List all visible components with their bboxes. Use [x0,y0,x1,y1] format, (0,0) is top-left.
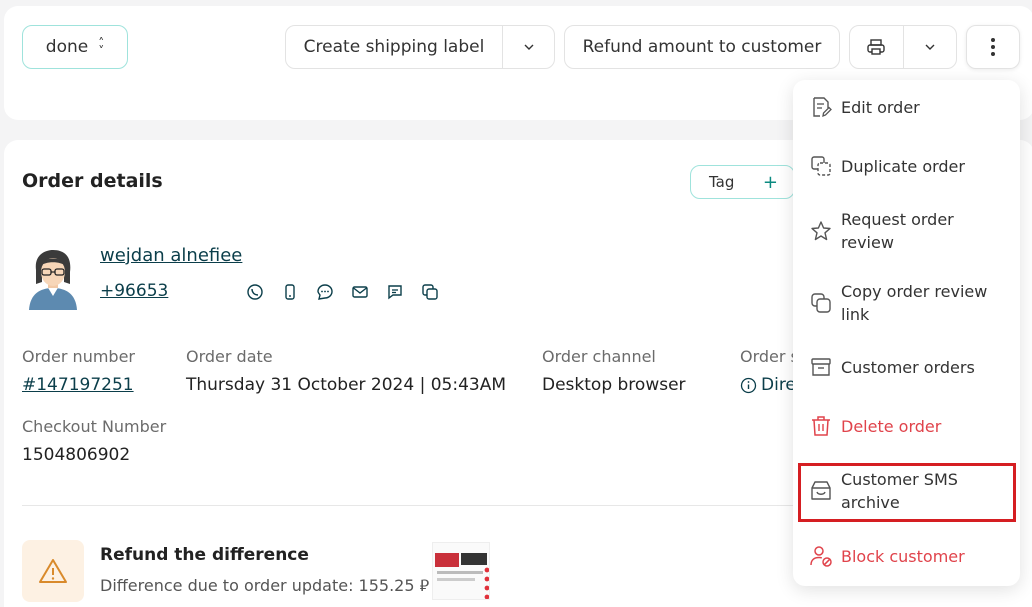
product-thumbnail[interactable] [432,542,490,600]
order-source-label: Order s [740,347,799,366]
checkout-number-value: 1504806902 [22,445,131,465]
menu-item-request-review[interactable]: Request order review [793,208,1020,254]
chevron-down-icon [524,44,533,50]
order-number-link[interactable]: #147197251 [22,375,134,395]
copy-icon[interactable] [421,283,439,301]
shipping-label-split-button: Create shipping label [285,25,555,69]
plus-icon: + [762,171,778,193]
kebab-menu-icon [991,38,995,56]
refund-difference-description: Difference due to order update: 155.25 ⃁ [100,576,430,595]
chat-icon[interactable] [316,283,334,301]
contact-actions [246,283,439,301]
copy-icon [811,293,831,313]
menu-item-label: Copy order review link [841,282,988,324]
menu-item-block-customer[interactable]: Block customer [793,544,1020,568]
avatar [29,250,77,310]
menu-item-label: Edit order [841,97,920,117]
status-dropdown[interactable]: done ˄ ˅ [22,25,128,69]
menu-item-duplicate-order[interactable]: Duplicate order [793,154,1020,178]
warning-icon [39,559,67,583]
more-actions-button[interactable] [966,25,1020,69]
tag-label: Tag [709,173,735,191]
printer-icon [867,39,885,55]
menu-item-edit-order[interactable]: Edit order [793,95,1020,119]
customer-name-link[interactable]: wejdan alnefiee [100,245,242,266]
block-user-icon [810,546,832,567]
refund-amount-button[interactable]: Refund amount to customer [564,25,840,69]
star-icon [811,221,831,241]
mail-icon[interactable] [351,283,369,301]
whatsapp-icon[interactable] [246,283,264,301]
menu-item-label: Block customer [841,546,965,566]
section-divider [22,505,802,506]
menu-item-copy-review-link[interactable]: Copy order review link [793,280,1020,326]
menu-item-label: Customer orders [841,357,975,377]
selection-highlight [798,463,1016,522]
order-date-value: Thursday 31 October 2024 | 05:43AM [186,375,507,395]
print-button[interactable] [850,26,903,68]
page-title: Order details [22,170,163,192]
print-split-button [849,25,957,69]
menu-item-delete-order[interactable]: Delete order [793,414,1020,438]
menu-item-label: Duplicate order [841,156,965,176]
edit-doc-icon [813,97,832,118]
message-icon[interactable] [386,283,404,301]
create-shipping-label-button[interactable]: Create shipping label [286,26,502,68]
order-date-label: Order date [186,347,273,366]
order-number-label: Order number [22,347,135,366]
menu-item-label: Request order review [841,210,954,252]
menu-item-label: Delete order [841,416,942,436]
duplicate-icon [811,156,831,176]
status-value: done [45,37,89,57]
order-source-text: Dire [761,375,796,395]
print-options-toggle[interactable] [902,26,957,68]
shipping-options-toggle[interactable] [502,26,554,68]
refund-difference-title: Refund the difference [100,545,309,565]
sort-arrows-icon: ˄ ˅ [98,36,105,58]
menu-item-customer-orders[interactable]: Customer orders [793,355,1020,379]
checkout-number-label: Checkout Number [22,417,167,436]
refund-warning-badge [22,540,84,602]
chevron-down-icon [925,44,935,50]
info-icon [740,377,757,393]
add-tag-button[interactable]: Tag + [690,165,795,199]
customer-phone-link[interactable]: +96653 [100,281,168,301]
order-channel-label: Order channel [542,347,656,366]
order-source-value: Dire [740,375,796,395]
mobile-phone-icon[interactable] [281,283,299,301]
trash-icon [812,416,830,436]
archive-box-icon [811,358,831,376]
order-channel-value: Desktop browser [542,375,686,395]
